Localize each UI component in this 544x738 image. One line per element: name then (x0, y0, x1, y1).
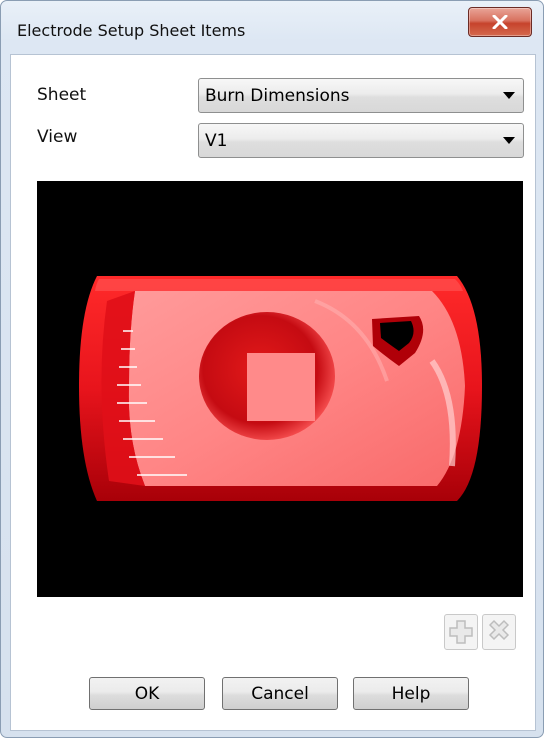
ok-button[interactable]: OK (89, 677, 205, 710)
chevron-down-icon (503, 92, 515, 99)
help-button[interactable]: Help (353, 677, 469, 710)
title-bar[interactable]: Electrode Setup Sheet Items (1, 1, 543, 53)
add-plus-icon (449, 620, 473, 644)
remove-x-icon (488, 619, 510, 641)
close-button[interactable] (468, 7, 532, 37)
electrode-preview-viewport[interactable] (37, 181, 523, 597)
view-dropdown-value: V1 (205, 131, 228, 151)
remove-item-button[interactable] (482, 614, 516, 650)
cancel-button[interactable]: Cancel (222, 677, 338, 710)
sheet-dropdown[interactable]: Burn Dimensions (198, 78, 524, 113)
window-title: Electrode Setup Sheet Items (17, 21, 246, 40)
close-x-icon (492, 15, 508, 29)
view-dropdown[interactable]: V1 (198, 123, 524, 158)
chevron-down-icon (503, 137, 515, 144)
view-label: View (37, 127, 78, 147)
add-item-button[interactable] (444, 614, 478, 650)
sheet-dropdown-value: Burn Dimensions (205, 86, 350, 106)
sheet-label: Sheet (37, 85, 87, 105)
electrode-model-image (79, 276, 482, 501)
